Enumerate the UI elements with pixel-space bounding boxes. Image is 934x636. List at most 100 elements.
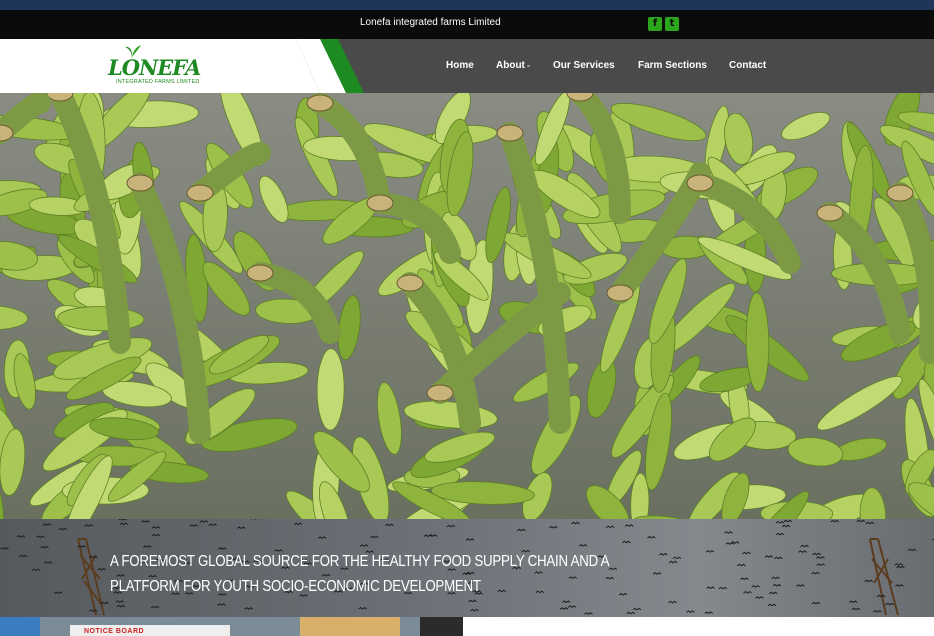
bird-silhouette	[775, 532, 785, 536]
top-bar: Lonefa integrated farms Limited f t	[0, 10, 934, 39]
bird-silhouette	[811, 571, 820, 575]
bird-silhouette	[470, 608, 479, 612]
bird-silhouette	[796, 584, 805, 587]
photo-dark-panel	[420, 617, 463, 636]
bird-silhouette	[737, 563, 746, 567]
chevron-down-icon: -	[524, 61, 530, 70]
bird-silhouette	[725, 542, 735, 545]
photo-wall	[300, 617, 400, 636]
company-name: Lonefa integrated farms Limited	[360, 17, 501, 28]
bird-silhouette	[562, 600, 571, 604]
bird-silhouette	[115, 600, 124, 604]
stalk-cut-end	[366, 194, 394, 212]
bird-silhouette	[849, 600, 858, 604]
bird-silhouette	[465, 538, 475, 541]
bird-silhouette	[40, 545, 49, 549]
bird-silhouette	[724, 531, 733, 534]
bird-silhouette	[851, 607, 861, 611]
bird-silhouette	[385, 523, 394, 527]
bird-silhouette	[0, 547, 9, 550]
logo-area: LONEFA INTEGRATED FARMS LIMITED	[0, 39, 320, 93]
nav-home[interactable]: Home	[446, 60, 474, 71]
bird-silhouette	[783, 519, 793, 523]
bird-silhouette	[605, 525, 615, 529]
bird-silhouette	[705, 549, 715, 553]
bird-silhouette	[626, 611, 635, 615]
bird-silhouette	[293, 522, 303, 526]
stalk-cut-end	[186, 184, 214, 202]
bird-silhouette	[141, 520, 150, 523]
bird-silhouette	[84, 524, 93, 527]
bird-silhouette	[907, 548, 917, 552]
bird-silhouette	[772, 583, 782, 587]
bird-silhouette	[237, 526, 246, 530]
bird-silhouette	[36, 535, 45, 539]
logo-subtitle: INTEGRATED FARMS LIMITED	[116, 79, 200, 85]
bird-silhouette	[468, 599, 477, 603]
bird-silhouette	[217, 603, 226, 606]
stalk-cut-end	[886, 184, 914, 202]
nav-contact[interactable]: Contact	[729, 60, 766, 71]
bottom-section: NOTICE BOARD	[0, 617, 934, 636]
site-logo[interactable]: LONEFA INTEGRATED FARMS LIMITED	[108, 43, 204, 87]
bird-silhouette	[895, 584, 904, 587]
bird-silhouette	[423, 534, 433, 538]
bird-silhouette	[812, 552, 821, 556]
bird-silhouette	[58, 527, 67, 531]
bird-silhouette	[864, 579, 873, 583]
bird-silhouette	[42, 523, 52, 526]
stalk-cut-end	[246, 264, 274, 282]
bird-silhouette	[244, 607, 253, 610]
bird-silhouette	[189, 524, 199, 527]
bird-silhouette	[624, 524, 634, 527]
bird-silhouette	[559, 607, 569, 610]
stalk-cut-end	[816, 204, 844, 222]
bird-silhouette	[742, 551, 751, 555]
bird-silhouette	[668, 600, 677, 604]
bird-silhouette	[578, 543, 588, 547]
nav-about[interactable]: About -	[496, 60, 530, 71]
bird-silhouette	[208, 523, 217, 527]
bird-silhouette	[767, 603, 777, 607]
stalk-cut-end	[396, 274, 424, 292]
facebook-icon[interactable]: f	[648, 17, 662, 31]
bird-silhouette	[740, 577, 749, 581]
bird-silhouette	[116, 604, 126, 608]
bird-silhouette	[151, 526, 161, 529]
bird-silhouette	[743, 590, 752, 594]
page: Lonefa integrated farms Limited f t LONE…	[0, 0, 934, 636]
bird-silhouette	[775, 520, 785, 524]
bird-silhouette	[31, 568, 41, 572]
notice-board-photo: NOTICE BOARD	[0, 617, 463, 636]
bird-silhouette	[704, 611, 713, 615]
stalk-cut-end	[426, 384, 454, 402]
bird-silhouette	[446, 524, 456, 528]
notice-board-text: NOTICE BOARD	[84, 628, 145, 635]
bird-silhouette	[199, 520, 208, 523]
tagline-banner: A FOREMOST GLOBAL SOURCE FOR THE HEALTHY…	[0, 519, 934, 617]
bird-silhouette	[774, 556, 783, 560]
stalk-cut-end	[606, 284, 634, 302]
bird-silhouette	[816, 563, 825, 567]
hero-image	[0, 93, 934, 519]
bird-silhouette	[873, 609, 882, 613]
nav-our-services[interactable]: Our Services	[553, 60, 615, 71]
stalk-cut-end	[126, 174, 154, 192]
nav-farm-sections[interactable]: Farm Sections	[638, 60, 707, 71]
bird-silhouette	[571, 521, 580, 525]
bird-silhouette	[359, 544, 369, 547]
bird-silhouette	[896, 565, 905, 569]
bird-silhouette	[118, 519, 128, 521]
bird-silhouette	[151, 533, 161, 537]
logo-wordmark: LONEFA	[108, 55, 201, 80]
bird-silhouette	[16, 535, 26, 538]
twitter-icon[interactable]: t	[665, 17, 679, 31]
photo-blue-panel	[0, 617, 40, 636]
bird-silhouette	[622, 540, 631, 544]
bird-silhouette	[755, 596, 764, 599]
banner-tagline: A FOREMOST GLOBAL SOURCE FOR THE HEALTHY…	[110, 553, 609, 595]
stalk-cut-end	[496, 124, 524, 142]
bird-silhouette	[830, 519, 840, 523]
bird-silhouette	[764, 555, 774, 558]
stalk-cut-end	[306, 94, 334, 112]
